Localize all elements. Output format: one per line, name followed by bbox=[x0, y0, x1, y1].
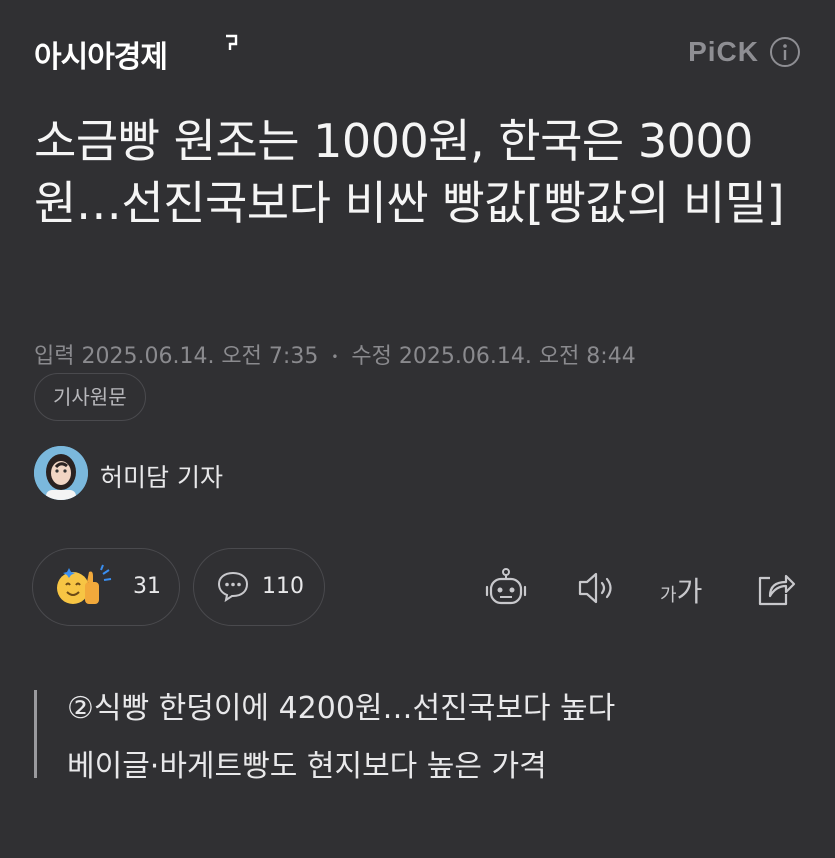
share-icon[interactable] bbox=[752, 566, 796, 610]
article-dates: 입력 2025.06.14. 오전 7:35 • 수정 2025.06.14. … bbox=[34, 338, 636, 370]
avatar-image-icon bbox=[34, 446, 88, 500]
input-label: 입력 bbox=[34, 344, 75, 369]
dot-separator: • bbox=[331, 350, 339, 364]
subheadline-line-1: ②식빵 한덩이에 4200원…선진국보다 높다 bbox=[67, 691, 616, 726]
article-title: 소금빵 원조는 1000원, 한국은 3000원…선진국보다 비싼 빵값[빵값의… bbox=[34, 114, 785, 230]
input-date: 2025.06.14. 오전 7:35 bbox=[81, 344, 319, 369]
reaction-emoji-icon bbox=[57, 564, 112, 604]
author-name[interactable]: 허미담 기자 bbox=[100, 458, 223, 494]
modified-date: 2025.06.14. 오전 8:44 bbox=[398, 344, 636, 369]
speaker-icon[interactable] bbox=[574, 566, 618, 610]
font-size-button[interactable]: 가가 bbox=[660, 570, 716, 614]
logo-mark-icon bbox=[226, 34, 238, 50]
reaction-button[interactable]: 31 bbox=[32, 548, 180, 626]
original-article-button[interactable]: 기사원문 bbox=[34, 373, 146, 421]
comment-icon bbox=[217, 571, 249, 603]
header: 아시아경제 PiCK bbox=[34, 30, 801, 80]
font-size-label: 가가 bbox=[660, 575, 703, 608]
article-subheadline: ②식빵 한덩이에 4200원…선진국보다 높다 베이글·바게트빵도 현지보다 높… bbox=[34, 690, 615, 784]
info-icon[interactable] bbox=[769, 36, 801, 68]
modified-label: 수정 bbox=[351, 344, 392, 369]
press-logo[interactable]: 아시아경제 bbox=[34, 32, 168, 76]
author-avatar[interactable] bbox=[34, 446, 88, 500]
subheadline-line-2: 베이글·바게트빵도 현지보다 높은 가격 bbox=[67, 749, 547, 784]
ai-summary-bot-icon[interactable] bbox=[484, 566, 528, 610]
comment-count: 110 bbox=[262, 574, 304, 599]
reaction-count: 31 bbox=[133, 574, 161, 599]
pick-label[interactable]: PiCK bbox=[688, 36, 759, 68]
comment-button[interactable]: 110 bbox=[193, 548, 325, 626]
